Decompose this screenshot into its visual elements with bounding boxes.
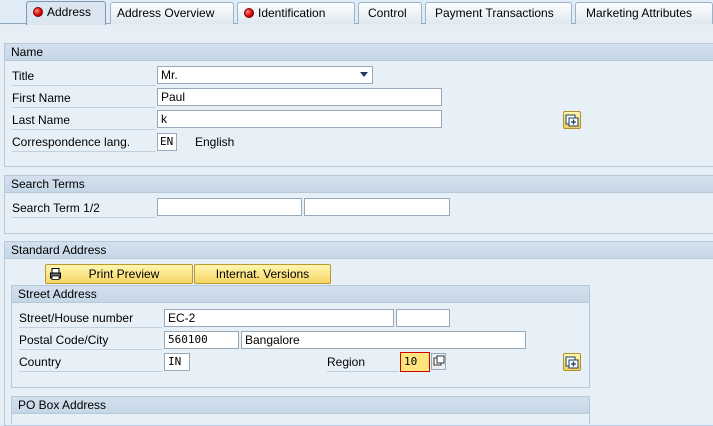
printer-icon — [50, 268, 61, 280]
title-dropdown[interactable]: Mr. — [157, 66, 373, 84]
error-dot-icon — [33, 7, 43, 17]
error-dot-icon — [244, 8, 254, 18]
title-label: Title — [12, 69, 35, 83]
postal-city-label: Postal Code/City — [19, 333, 109, 347]
first-name-label: First Name — [12, 91, 71, 105]
group-title: Name — [5, 44, 713, 61]
tab-label: Marketing Attributes — [586, 6, 693, 20]
country-input[interactable]: IN — [164, 353, 190, 371]
correspondence-lang-input[interactable]: EN — [157, 133, 177, 151]
group-title: Standard Address — [5, 242, 713, 259]
tab-identification[interactable]: Identification — [237, 2, 355, 24]
tab-payment-transactions[interactable]: Payment Transactions — [425, 2, 572, 24]
po-box-group: PO Box Address — [11, 396, 590, 424]
city-input[interactable]: Bangalore — [241, 331, 526, 349]
tab-label: Payment Transactions — [435, 6, 554, 20]
search-term-label: Search Term 1/2 — [12, 201, 100, 215]
value-help-icon — [433, 355, 445, 366]
region-label: Region — [327, 355, 366, 369]
first-name-input[interactable]: Paul — [157, 88, 442, 106]
expand-fields-icon — [565, 114, 579, 127]
correspondence-lang-text: English — [195, 135, 235, 149]
label-underline — [19, 349, 162, 350]
tab-label: Control — [368, 6, 407, 20]
tab-label: Address — [47, 5, 92, 19]
label-underline — [19, 327, 162, 328]
last-name-label: Last Name — [12, 113, 71, 127]
label-underline — [327, 371, 399, 372]
tab-label: Address Overview — [117, 6, 215, 20]
last-name-input[interactable]: k — [157, 110, 442, 128]
label-underline — [12, 217, 156, 218]
tab-control[interactable]: Control — [358, 2, 422, 24]
region-value-help-button[interactable] — [431, 353, 446, 370]
label-underline — [19, 371, 162, 372]
region-input[interactable]: 10 — [400, 352, 430, 372]
house-number-input[interactable] — [396, 309, 450, 327]
title-value: Mr. — [161, 68, 178, 82]
tab-label: Identification — [258, 6, 326, 20]
tab-marketing-attributes[interactable]: Marketing Attributes — [575, 2, 713, 24]
more-fields-button[interactable] — [563, 111, 581, 129]
group-title: Search Terms — [5, 176, 713, 193]
correspondence-lang-label: Correspondence lang. — [12, 135, 131, 149]
street-input[interactable]: EC-2 — [164, 309, 394, 327]
country-label: Country — [19, 355, 62, 369]
label-underline — [12, 151, 156, 152]
tab-address-overview[interactable]: Address Overview — [110, 2, 234, 24]
group-title: Street Address — [12, 286, 589, 303]
postal-code-input[interactable]: 560100 — [164, 331, 239, 349]
street-label: Street/House number — [19, 311, 134, 325]
search-term-1-input[interactable] — [157, 198, 302, 216]
label-underline — [12, 107, 156, 108]
expand-fields-icon — [565, 356, 579, 369]
internat-versions-button[interactable]: Internat. Versions — [194, 264, 331, 284]
print-preview-button[interactable]: Print Preview — [45, 264, 193, 284]
button-label: Print Preview — [88, 267, 160, 281]
chevron-down-icon[interactable] — [360, 72, 368, 77]
tab-strip: Address Address Overview Identification … — [0, 0, 713, 25]
group-title: PO Box Address — [12, 397, 589, 414]
label-underline — [12, 129, 156, 130]
search-term-2-input[interactable] — [304, 198, 450, 216]
label-underline — [12, 85, 156, 86]
more-address-fields-button[interactable] — [563, 353, 581, 371]
tab-address[interactable]: Address — [26, 1, 106, 25]
